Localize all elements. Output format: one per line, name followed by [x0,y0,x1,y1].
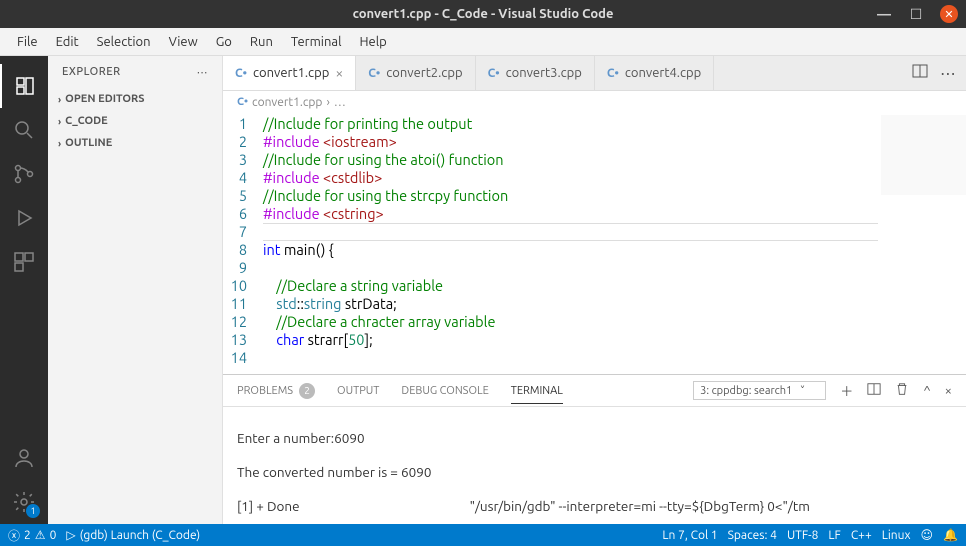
code-line[interactable]: #include <cstdlib> [263,169,966,187]
close-button[interactable]: ✕ [940,5,958,23]
problems-badge: 2 [299,383,315,399]
tab-convert3[interactable]: C•convert3.cpp [476,56,595,90]
panel: PROBLEMS2 OUTPUT DEBUG CONSOLE TERMINAL … [223,374,966,524]
tab-debug-console[interactable]: DEBUG CONSOLE [401,385,488,397]
window-title: convert1.cpp - C_Code - Visual Studio Co… [353,7,614,21]
menubar: File Edit Selection View Go Run Terminal… [0,28,966,56]
split-terminal-icon[interactable] [867,382,881,399]
tab-problems[interactable]: PROBLEMS2 [237,383,315,399]
terminal-select[interactable]: 3: cppdbg: search1 ˅ [693,381,826,400]
sidebar-outline[interactable]: ›OUTLINE [48,132,222,154]
editor-group: C• convert1.cpp × C•convert2.cpp C•conve… [223,56,966,524]
tab-convert2[interactable]: C•convert2.cpp [356,56,475,90]
code-line[interactable]: //Declare a string variable [263,277,966,295]
cpp-icon: C• [607,67,619,80]
menu-file[interactable]: File [8,35,47,49]
tab-convert4[interactable]: C•convert4.cpp [595,56,714,90]
run-debug-icon[interactable] [0,196,48,240]
trash-icon[interactable] [895,382,909,399]
code-line[interactable]: char strarr[50]; [263,331,966,349]
more-icon[interactable]: ⋯ [940,64,956,83]
sidebar-title: EXPLORER ⋯ [48,56,222,88]
chevron-right-icon: › [58,116,61,127]
sidebar-more-icon[interactable]: ⋯ [197,66,209,79]
debug-icon: ▷ [66,528,75,542]
maximize-button[interactable]: ☐ [908,6,924,22]
sidebar-folder[interactable]: ›C_CODE [48,110,222,132]
menu-view[interactable]: View [160,35,207,49]
chevron-right-icon: › [326,96,329,109]
sidebar: EXPLORER ⋯ ›OPEN EDITORS ›C_CODE ›OUTLIN… [48,56,223,524]
line-numbers: 1234567891011121314 [223,113,263,374]
code-line[interactable]: #include <iostream> [263,133,966,151]
sidebar-open-editors[interactable]: ›OPEN EDITORS [48,88,222,110]
menu-go[interactable]: Go [207,35,241,49]
explorer-icon[interactable] [0,64,48,108]
minimap[interactable] [881,115,966,195]
tab-output[interactable]: OUTPUT [337,385,379,397]
status-launch[interactable]: ▷(gdb) Launch (C_Code) [66,528,200,542]
chevron-right-icon: › [58,94,61,105]
accounts-icon[interactable] [0,436,48,480]
status-language[interactable]: C++ [851,529,872,542]
minimize-button[interactable]: — [876,6,892,22]
warning-icon: ⚠ [35,528,46,542]
code-line[interactable]: std::string strData; [263,295,966,313]
new-terminal-icon[interactable]: ＋ [840,381,853,400]
titlebar: convert1.cpp - C_Code - Visual Studio Co… [0,0,966,28]
cpp-icon: C• [235,67,247,80]
menu-terminal[interactable]: Terminal [282,35,351,49]
error-icon: ⓧ [8,527,20,544]
feedback-icon[interactable]: ☺ [921,528,934,542]
panel-actions: 3: cppdbg: search1 ˅ ＋ ^ × [693,381,952,400]
terminal-output[interactable]: Enter a number:6090 The converted number… [223,407,966,524]
code-line[interactable]: //Declare a chracter array variable [263,313,966,331]
activity-bar: 1 [0,56,48,524]
status-encoding[interactable]: UTF-8 [787,529,818,542]
code-line[interactable]: //Include for using the atoi() function [263,151,966,169]
code-line[interactable]: int main() { [263,241,966,259]
settings-icon[interactable]: 1 [0,480,48,524]
panel-tabs: PROBLEMS2 OUTPUT DEBUG CONSOLE TERMINAL … [223,375,966,407]
extensions-icon[interactable] [0,240,48,284]
breadcrumb[interactable]: C• convert1.cpp › … [223,91,966,113]
menu-selection[interactable]: Selection [88,35,160,49]
search-icon[interactable] [0,108,48,152]
status-errors[interactable]: ⓧ2 ⚠0 [8,527,56,544]
notifications-icon[interactable]: 🔔 [943,528,958,542]
code-line[interactable]: //Include for using the strcpy function [263,187,966,205]
code-line[interactable] [263,259,966,277]
chevron-right-icon: › [58,138,61,149]
menu-help[interactable]: Help [350,35,395,49]
code-line[interactable] [263,349,966,367]
more-icon: … [334,96,346,109]
cpp-icon: C• [368,67,380,80]
code-content[interactable]: //Include for printing the output#includ… [263,113,966,374]
tab-convert1[interactable]: C• convert1.cpp × [223,56,356,90]
code-line[interactable]: #include <cstring> [263,205,966,223]
split-editor-icon[interactable] [912,63,928,83]
cpp-icon: C• [237,96,248,108]
close-panel-icon[interactable]: × [945,384,952,398]
settings-badge: 1 [26,504,40,518]
source-control-icon[interactable] [0,152,48,196]
window-controls: — ☐ ✕ [876,5,958,23]
status-spaces[interactable]: Spaces: 4 [728,529,777,542]
status-eol[interactable]: LF [828,529,840,542]
tab-bar: C• convert1.cpp × C•convert2.cpp C•conve… [223,56,966,91]
menu-edit[interactable]: Edit [47,35,88,49]
menu-run[interactable]: Run [241,35,282,49]
status-bar: ⓧ2 ⚠0 ▷(gdb) Launch (C_Code) Ln 7, Col 1… [0,524,966,546]
tab-terminal[interactable]: TERMINAL [511,385,563,404]
status-cursor[interactable]: Ln 7, Col 1 [662,529,717,542]
editor-actions: ⋯ [902,56,966,90]
status-os[interactable]: Linux [882,529,911,542]
maximize-panel-icon[interactable]: ^ [923,384,930,398]
code-editor[interactable]: 1234567891011121314 //Include for printi… [223,113,966,374]
close-icon[interactable]: × [335,65,343,81]
code-line[interactable]: //Include for printing the output [263,115,966,133]
cpp-icon: C• [488,67,500,80]
